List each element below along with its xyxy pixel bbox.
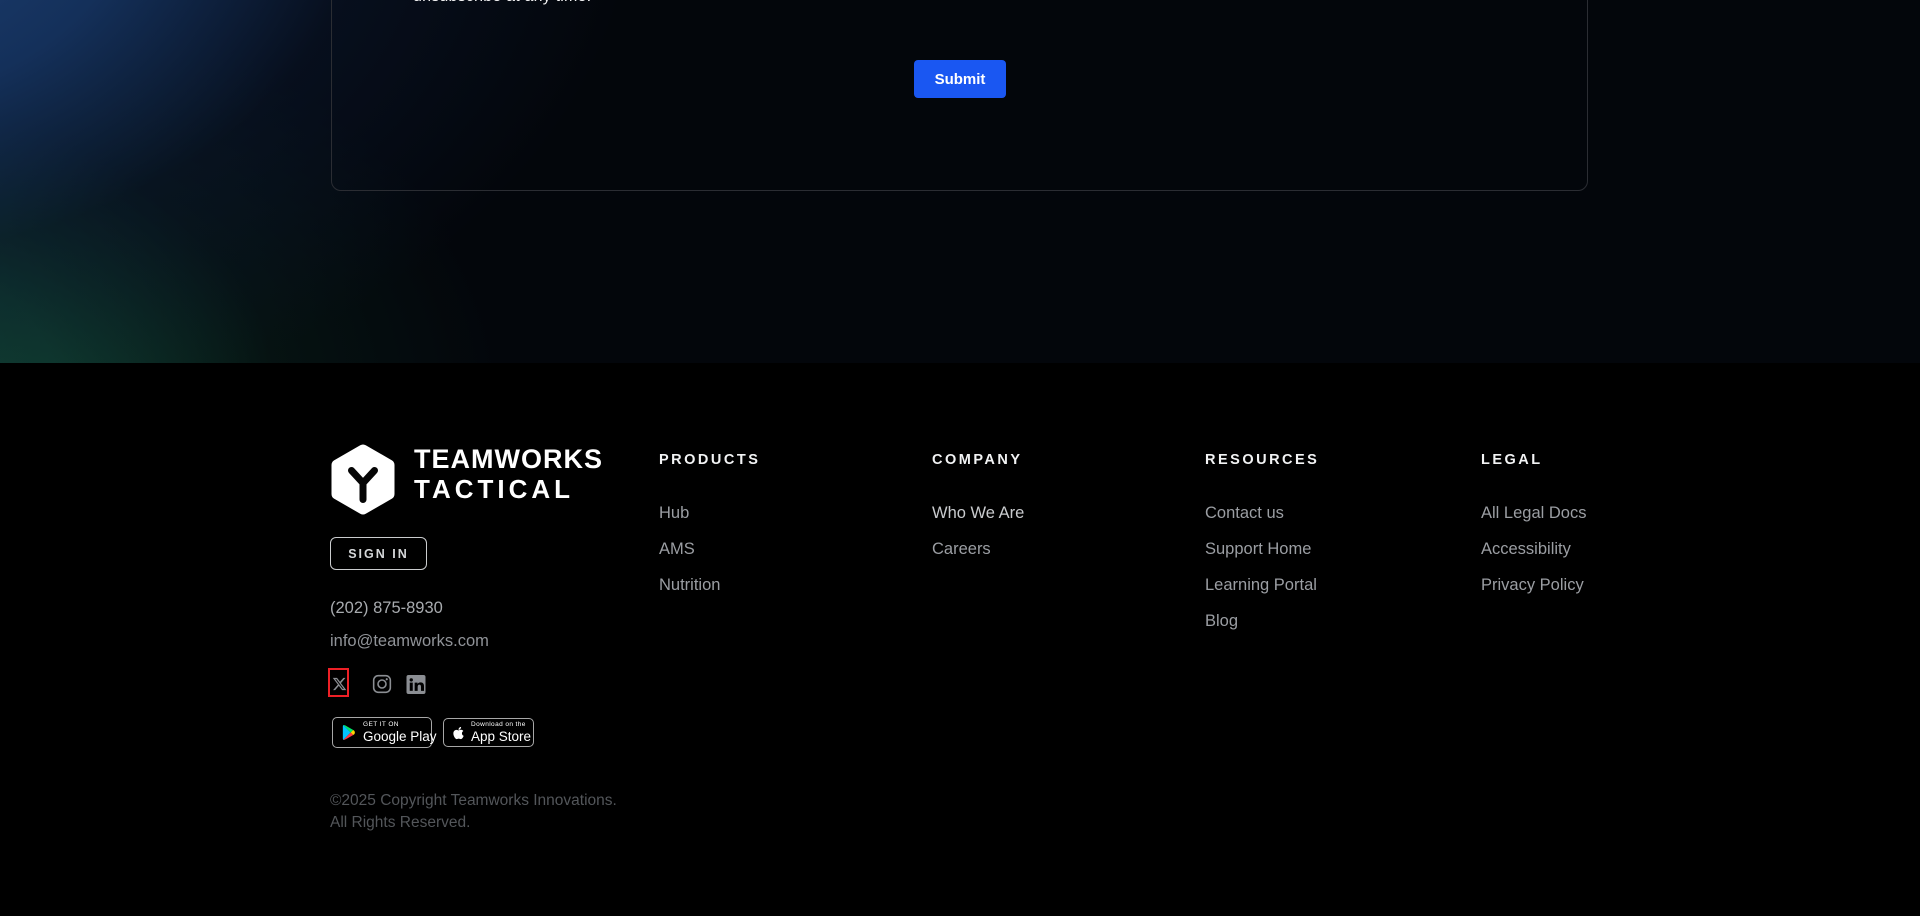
- footer-link-ams[interactable]: AMS: [659, 540, 899, 559]
- footer-column-resources: RESOURCES Contact us Support Home Learni…: [1205, 452, 1445, 648]
- instagram-icon[interactable]: [372, 674, 392, 694]
- twitter-x-icon[interactable]: [332, 676, 347, 692]
- apple-icon: [453, 726, 464, 740]
- footer-link-privacy-policy[interactable]: Privacy Policy: [1481, 576, 1721, 595]
- footer-link-who-we-are[interactable]: Who We Are: [932, 504, 1172, 523]
- column-title-company: COMPANY: [932, 452, 1172, 468]
- submit-button[interactable]: Submit: [914, 60, 1006, 98]
- footer-link-support-home[interactable]: Support Home: [1205, 540, 1445, 559]
- column-title-products: PRODUCTS: [659, 452, 899, 468]
- phone-link[interactable]: (202) 875-8930: [330, 599, 443, 618]
- unsubscribe-text: unsubscribe at any time.: [413, 0, 591, 6]
- copyright-line1: ©2025 Copyright Teamworks Innovations.: [330, 790, 617, 812]
- brand-logo[interactable]: TEAMWORKS TACTICAL: [330, 444, 603, 515]
- hero-section: unsubscribe at any time. Submit: [0, 0, 1920, 363]
- brand-wordmark: TEAMWORKS TACTICAL: [414, 446, 603, 502]
- email-link[interactable]: info@teamworks.com: [330, 632, 489, 651]
- page: unsubscribe at any time. Submit TEAMWORK…: [0, 0, 1920, 916]
- footer-link-learning-portal[interactable]: Learning Portal: [1205, 576, 1445, 595]
- footer-link-accessibility[interactable]: Accessibility: [1481, 540, 1721, 559]
- footer-link-careers[interactable]: Careers: [932, 540, 1172, 559]
- copyright-line2: All Rights Reserved.: [330, 812, 617, 834]
- footer-link-contact-us[interactable]: Contact us: [1205, 504, 1445, 523]
- footer-link-nutrition[interactable]: Nutrition: [659, 576, 899, 595]
- footer-link-all-legal-docs[interactable]: All Legal Docs: [1481, 504, 1721, 523]
- app-store-badge-tagline: Download on the: [471, 721, 531, 728]
- footer-link-hub[interactable]: Hub: [659, 504, 899, 523]
- brand-line1: TEAMWORKS: [414, 446, 603, 472]
- teamworks-hexagon-icon: [330, 444, 396, 515]
- google-play-icon: [342, 724, 356, 741]
- linkedin-icon[interactable]: [406, 675, 426, 694]
- app-store-badge-label: App Store: [471, 730, 531, 744]
- footer-column-products: PRODUCTS Hub AMS Nutrition: [659, 452, 899, 612]
- footer-link-blog[interactable]: Blog: [1205, 612, 1445, 631]
- brand-line2: TACTICAL: [414, 476, 603, 502]
- sign-in-button[interactable]: SIGN IN: [330, 537, 427, 570]
- footer: TEAMWORKS TACTICAL SIGN IN (202) 875-893…: [0, 363, 1920, 916]
- google-play-badge-label: Google Play: [363, 730, 437, 744]
- footer-column-company: COMPANY Who We Are Careers: [932, 452, 1172, 576]
- column-title-legal: LEGAL: [1481, 452, 1721, 468]
- google-play-badge[interactable]: GET IT ON Google Play: [332, 717, 432, 748]
- footer-column-legal: LEGAL All Legal Docs Accessibility Priva…: [1481, 452, 1721, 612]
- app-store-badge[interactable]: Download on the App Store: [443, 718, 534, 747]
- google-play-badge-tagline: GET IT ON: [363, 721, 437, 728]
- copyright: ©2025 Copyright Teamworks Innovations. A…: [330, 790, 617, 834]
- column-title-resources: RESOURCES: [1205, 452, 1445, 468]
